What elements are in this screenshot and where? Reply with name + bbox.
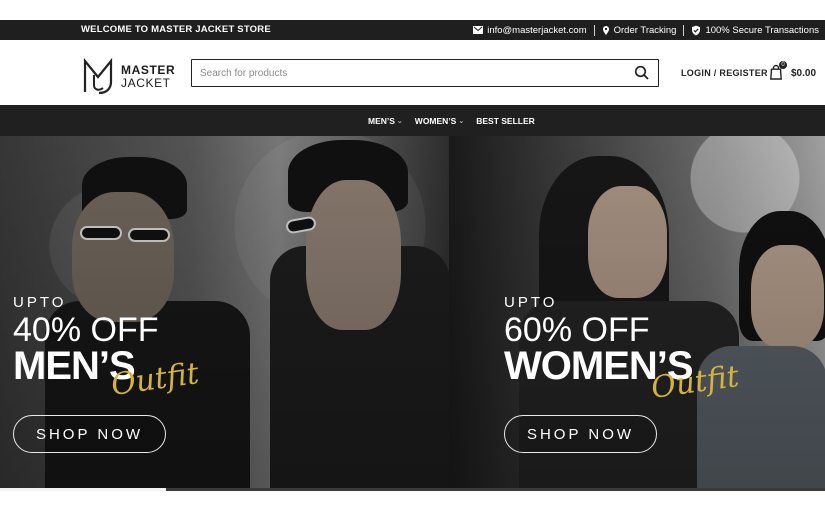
email-text: info@masterjacket.com bbox=[487, 24, 587, 36]
mail-icon bbox=[473, 26, 484, 34]
shield-check-icon bbox=[692, 25, 701, 35]
nav-item-womens[interactable]: WOMEN’S ⌄ bbox=[415, 116, 464, 126]
cart-count-badge: 0 bbox=[779, 61, 787, 69]
logo-line-jacket: JACKET bbox=[121, 75, 171, 90]
offer-discount: 60% OFF bbox=[504, 311, 650, 349]
welcome-message: WELCOME TO MASTER JACKET STORE bbox=[81, 24, 271, 35]
order-tracking-link[interactable]: Order Tracking bbox=[602, 24, 677, 36]
offer-discount: 40% OFF bbox=[13, 311, 159, 349]
search-icon[interactable] bbox=[634, 65, 650, 81]
offer-upto: UPTO bbox=[13, 294, 67, 311]
topbar-divider bbox=[593, 24, 595, 36]
chevron-down-icon: ⌄ bbox=[396, 117, 403, 125]
login-register-link[interactable]: LOGIN / REGISTER bbox=[681, 68, 768, 78]
logo-line-master: MASTER bbox=[121, 62, 176, 77]
topbar-divider bbox=[683, 24, 685, 36]
shop-now-button[interactable]: SHOP NOW bbox=[13, 415, 166, 453]
nav-label-mens: MEN’S bbox=[368, 116, 395, 126]
promo-banners: UPTO 40% OFF MEN’S Outfit SHOP NOW UPTO … bbox=[0, 136, 825, 488]
nav-label-best-seller: BEST SELLER bbox=[476, 116, 535, 126]
primary-navigation: MEN’S ⌄ WOMEN’S ⌄ BEST SELLER bbox=[0, 105, 825, 136]
mj-logo-mark bbox=[83, 57, 113, 95]
nav-item-best-seller[interactable]: BEST SELLER bbox=[476, 116, 535, 126]
offer-upto: UPTO bbox=[504, 294, 558, 311]
shop-now-button[interactable]: SHOP NOW bbox=[504, 415, 657, 453]
secure-transactions-link[interactable]: 100% Secure Transactions bbox=[691, 25, 819, 36]
chevron-down-icon: ⌄ bbox=[458, 117, 465, 125]
master-jacket-logo[interactable]: MASTER JACKET bbox=[82, 57, 182, 95]
order-tracking-text: Order Tracking bbox=[613, 24, 677, 36]
store-homepage: WELCOME TO MASTER JACKET STORE info@mast… bbox=[0, 0, 825, 525]
nav-item-mens[interactable]: MEN’S ⌄ bbox=[368, 116, 403, 126]
location-icon bbox=[602, 25, 609, 35]
top-bar-links: info@masterjacket.com Order Tracking 100… bbox=[473, 20, 819, 40]
product-search bbox=[191, 59, 659, 87]
search-input[interactable] bbox=[200, 64, 620, 82]
cart-button[interactable]: 0 bbox=[768, 61, 787, 80]
mens-promo-banner[interactable]: UPTO 40% OFF MEN’S Outfit SHOP NOW bbox=[0, 136, 449, 488]
nav-menu: MEN’S ⌄ WOMEN’S ⌄ BEST SELLER bbox=[368, 116, 535, 126]
top-bar: WELCOME TO MASTER JACKET STORE info@mast… bbox=[0, 20, 825, 40]
slider-progress-indicator bbox=[166, 488, 825, 491]
cart-total[interactable]: $0.00 bbox=[791, 68, 816, 79]
main-header: MASTER JACKET LOGIN / REGISTER 0 $0.00 bbox=[0, 40, 825, 105]
womens-promo-banner[interactable]: UPTO 60% OFF WOMEN’S Outfit SHOP NOW bbox=[449, 136, 825, 488]
nav-label-womens: WOMEN’S bbox=[414, 116, 457, 126]
logo-wordmark: MASTER JACKET bbox=[121, 64, 175, 89]
secure-transactions-text: 100% Secure Transactions bbox=[705, 24, 819, 36]
slider-progress-line bbox=[0, 488, 825, 491]
email-link[interactable]: info@masterjacket.com bbox=[473, 24, 587, 36]
